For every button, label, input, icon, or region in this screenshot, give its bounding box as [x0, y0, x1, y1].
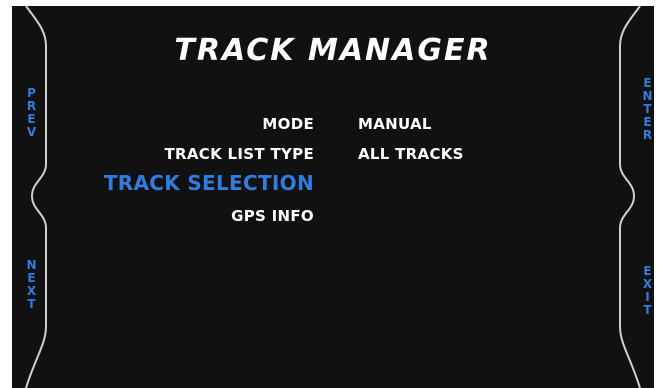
menu-item-value: ALL TRACKS [358, 145, 464, 163]
menu-item-track-list-type[interactable]: TRACK LIST TYPE ALL TRACKS [12, 143, 654, 169]
menu-item-value: MANUAL [358, 115, 432, 133]
menu-item-label: GPS INFO [231, 207, 314, 225]
main-screen: TRACK MANAGER PREV NEXT ENTER EXIT MODE … [12, 6, 655, 388]
menu-item-label: MODE [262, 115, 314, 133]
menu-item-gps-info[interactable]: GPS INFO [12, 205, 654, 231]
display-screen: TRACK MANAGER PREV NEXT ENTER EXIT MODE … [12, 6, 655, 388]
menu-item-track-selection[interactable]: TRACK SELECTION [12, 170, 654, 196]
menu-item-label: TRACK LIST TYPE [164, 145, 314, 163]
settings-menu: MODE MANUAL TRACK LIST TYPE ALL TRACKS T… [12, 6, 654, 388]
menu-item-mode[interactable]: MODE MANUAL [12, 113, 654, 139]
menu-item-label-selected: TRACK SELECTION [103, 171, 314, 195]
